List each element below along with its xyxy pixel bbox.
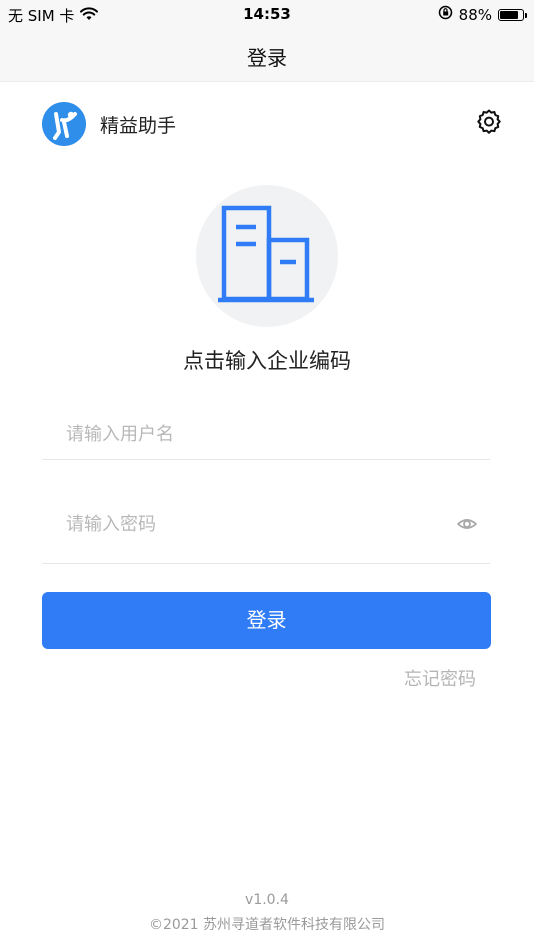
password-input[interactable] — [66, 507, 446, 541]
company-code-button[interactable] — [196, 185, 338, 327]
username-field — [42, 409, 490, 460]
orientation-lock-icon — [438, 5, 453, 24]
copyright-text: ©2021 苏州寻道者软件科技有限公司 — [148, 917, 386, 933]
building-icon — [218, 205, 314, 303]
company-code-prompt[interactable]: 点击输入企业编码 — [0, 345, 534, 375]
status-right: 88% — [438, 5, 527, 24]
forgot-password-link[interactable]: 忘记密码 — [404, 665, 476, 691]
app-version: v1.0.4 — [245, 892, 289, 908]
status-bar: 无 SIM 卡 14:53 88% — [0, 0, 534, 28]
brand-row: 精益助手 — [42, 102, 176, 146]
brand-name: 精益助手 — [100, 114, 177, 137]
app-logo — [42, 102, 86, 146]
battery-level — [500, 10, 518, 19]
battery-percent: 88% — [458, 5, 492, 24]
nav-bar: 登录 — [0, 28, 534, 82]
login-button[interactable]: 登录 — [42, 592, 491, 649]
eye-icon[interactable] — [456, 513, 478, 535]
username-input[interactable] — [66, 417, 446, 451]
battery-icon — [498, 8, 527, 21]
page-title: 登录 — [247, 46, 287, 70]
password-field — [42, 499, 490, 564]
app-logo-icon — [42, 102, 86, 146]
settings-gear-icon[interactable] — [474, 107, 504, 137]
